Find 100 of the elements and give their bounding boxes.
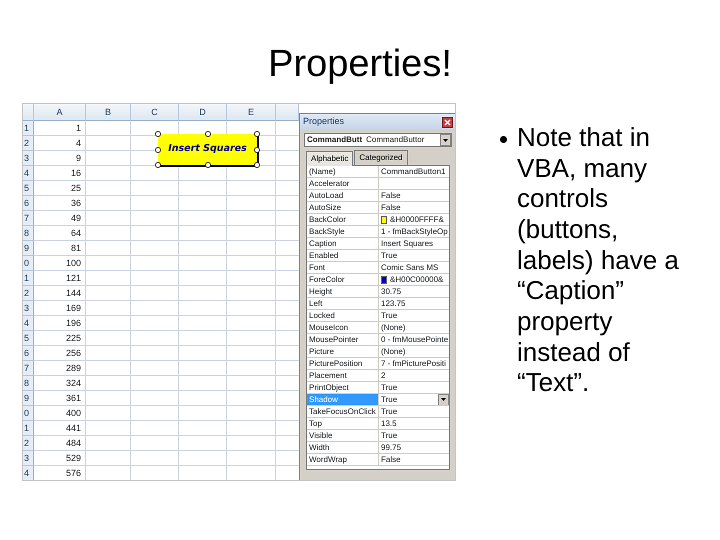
row-header[interactable]: 2 — [23, 136, 34, 151]
property-name[interactable]: Width — [307, 442, 379, 453]
property-value[interactable]: (None) — [381, 322, 406, 333]
resize-handle[interactable] — [155, 146, 161, 152]
property-value[interactable]: 30.75 — [381, 286, 402, 297]
property-value[interactable]: True — [381, 406, 398, 417]
property-name[interactable]: PrintObject — [307, 382, 379, 393]
property-value[interactable]: False — [381, 190, 401, 201]
table-cell: 9 — [34, 151, 86, 166]
property-value[interactable]: &H0000FFFF& — [390, 214, 444, 225]
close-button[interactable] — [442, 116, 453, 128]
property-name[interactable]: PicturePosition — [307, 358, 379, 369]
row-header[interactable]: 1 — [23, 121, 34, 136]
property-value[interactable]: CommandButton1 — [381, 166, 446, 177]
tab[interactable]: Alphabetic — [306, 151, 354, 166]
property-name[interactable]: Enabled — [307, 250, 379, 261]
property-value[interactable]: 7 - fmPicturePositi — [381, 358, 446, 369]
property-name[interactable]: Height — [307, 286, 379, 297]
row-header[interactable]: 1 — [23, 271, 34, 286]
property-name[interactable]: MousePointer — [307, 334, 379, 345]
property-name[interactable]: MouseIcon — [307, 322, 379, 333]
property-value[interactable]: 13.5 — [381, 418, 397, 429]
property-value[interactable]: False — [381, 454, 401, 465]
row-header[interactable]: 4 — [23, 466, 34, 480]
row-header[interactable]: 2 — [23, 286, 34, 301]
row-header[interactable]: 3 — [23, 451, 34, 466]
row-header[interactable]: 3 — [23, 151, 34, 166]
table-cell: 4 — [34, 136, 86, 151]
table-cell: 1 — [34, 121, 86, 136]
property-name[interactable]: Placement — [307, 370, 379, 381]
property-value[interactable]: Insert Squares — [381, 238, 434, 249]
property-value[interactable]: (None) — [381, 346, 406, 357]
property-name[interactable]: Locked — [307, 310, 379, 321]
table-cell: 16 — [34, 166, 86, 181]
row-header[interactable]: 7 — [23, 361, 34, 376]
row-header[interactable]: 4 — [23, 316, 34, 331]
property-name[interactable]: BackStyle — [307, 226, 379, 237]
row-header[interactable]: 9 — [23, 241, 34, 256]
row-header[interactable]: 0 — [23, 256, 34, 271]
row-header[interactable]: 2 — [23, 436, 34, 451]
property-value[interactable]: 123.75 — [381, 298, 406, 309]
property-name[interactable]: TakeFocusOnClick — [307, 406, 379, 417]
property-name[interactable]: BackColor — [307, 214, 379, 225]
object-type: CommandButtor — [366, 134, 424, 146]
dropdown-button[interactable] — [438, 394, 449, 405]
property-value[interactable]: True — [381, 382, 398, 393]
property-name[interactable]: Visible — [307, 430, 379, 441]
property-name[interactable]: Caption — [307, 238, 379, 249]
caret-icon — [441, 398, 446, 401]
resize-handle[interactable] — [155, 131, 161, 137]
tab[interactable]: Categorized — [354, 150, 408, 165]
property-value[interactable]: True — [381, 430, 398, 441]
property-value[interactable]: 1 - fmBackStyleOp — [381, 226, 448, 237]
property-name[interactable]: (Name) — [307, 166, 379, 177]
table-cell: 361 — [34, 391, 86, 406]
column-header[interactable]: C — [131, 104, 179, 121]
column-header[interactable]: E — [227, 104, 276, 121]
table-cell: 100 — [34, 256, 86, 271]
window-title: Properties — [303, 115, 344, 128]
row-header[interactable]: 7 — [23, 211, 34, 226]
property-value[interactable]: True — [381, 394, 398, 405]
resize-handle[interactable] — [254, 131, 260, 137]
resize-handle[interactable] — [254, 162, 260, 168]
caret-icon — [443, 138, 448, 142]
table-cell: 121 — [34, 271, 86, 286]
property-name[interactable]: Top — [307, 418, 379, 429]
row-header[interactable]: 3 — [23, 301, 34, 316]
row-header[interactable]: 0 — [23, 406, 34, 421]
row-header[interactable]: 8 — [23, 226, 34, 241]
property-name[interactable]: ForeColor — [307, 274, 379, 285]
property-value[interactable]: &H00C00000& — [390, 274, 444, 285]
object-dropdown[interactable]: CommandButt CommandButtor — [304, 133, 452, 147]
property-name[interactable]: Accelerator — [307, 178, 379, 189]
property-name[interactable]: Font — [307, 262, 379, 273]
property-value[interactable]: Comic Sans MS — [381, 262, 438, 273]
column-header[interactable]: D — [179, 104, 227, 121]
row-header[interactable]: 5 — [23, 331, 34, 346]
resize-handle[interactable] — [204, 131, 210, 137]
row-header[interactable]: 9 — [23, 391, 34, 406]
row-header[interactable]: 4 — [23, 166, 34, 181]
property-name[interactable]: Left — [307, 298, 379, 309]
row-header[interactable]: 6 — [23, 196, 34, 211]
property-value[interactable]: 99.75 — [381, 442, 402, 453]
row-header[interactable]: 6 — [23, 346, 34, 361]
property-value[interactable]: True — [381, 250, 398, 261]
property-name[interactable]: Picture — [307, 346, 379, 357]
property-name[interactable]: AutoSize — [307, 202, 379, 213]
row-header[interactable]: 5 — [23, 181, 34, 196]
property-value[interactable]: 0 - fmMousePointe — [381, 334, 448, 345]
property-name[interactable]: WordWrap — [307, 454, 379, 465]
column-header[interactable]: A — [34, 104, 86, 121]
property-value[interactable]: False — [381, 202, 401, 213]
insert-squares-button[interactable]: Insert Squares — [158, 134, 257, 165]
property-value[interactable]: True — [381, 310, 398, 321]
column-header[interactable]: B — [86, 104, 131, 121]
row-header[interactable]: 1 — [23, 421, 34, 436]
property-name[interactable]: AutoLoad — [307, 190, 379, 201]
row-header[interactable]: 8 — [23, 376, 34, 391]
resize-handle[interactable] — [155, 162, 161, 168]
property-value[interactable]: 2 — [381, 370, 386, 381]
